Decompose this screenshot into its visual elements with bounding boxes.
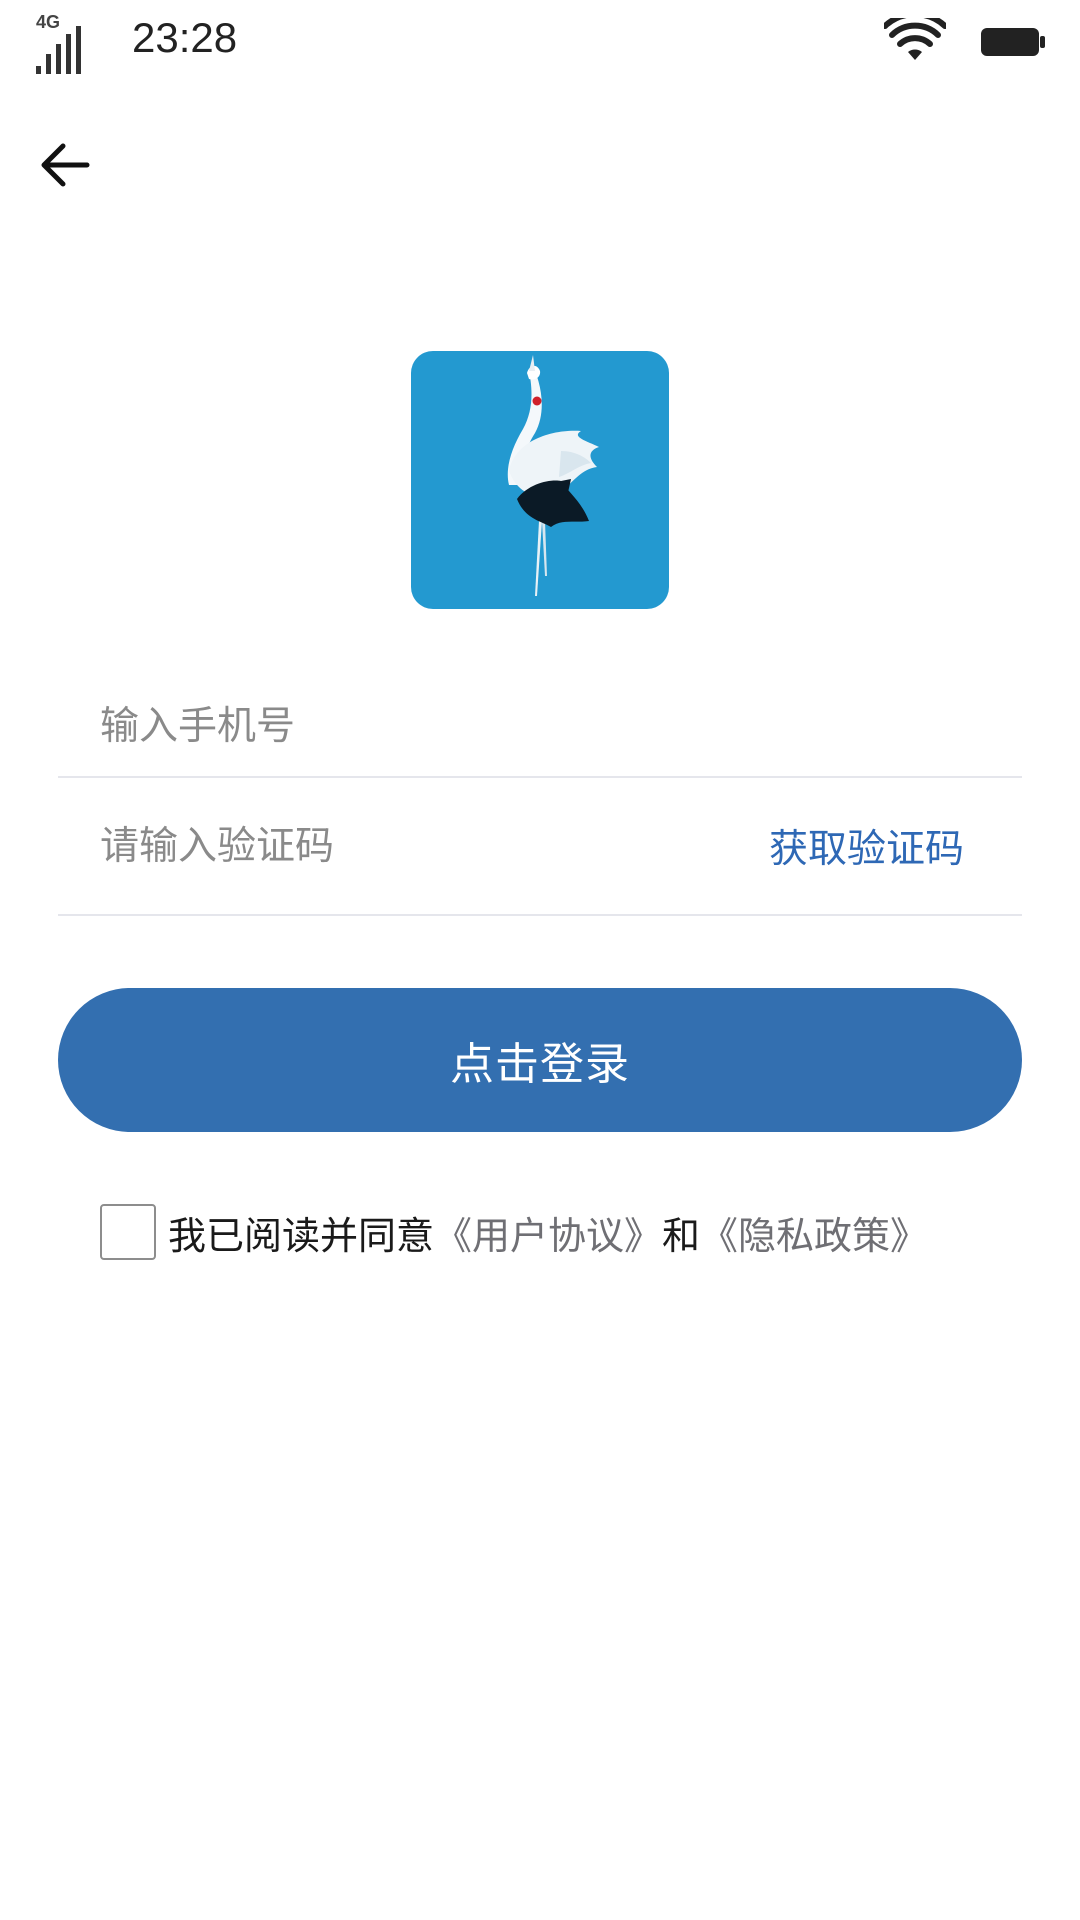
- agreement-prefix: 我已阅读并同意: [168, 1213, 435, 1258]
- privacy-policy-link[interactable]: 《隐私政策》: [700, 1205, 928, 1260]
- verification-code-input[interactable]: [58, 816, 740, 876]
- agreement-and: 和: [662, 1213, 701, 1258]
- agreement-checkbox[interactable]: [100, 1204, 156, 1260]
- agreement-row: 我已阅读并同意 《用户协议》 和 《隐私政策》: [100, 1204, 928, 1260]
- login-button[interactable]: 点击登录: [58, 988, 1022, 1132]
- signal-bars: [36, 26, 81, 74]
- login-form: 获取验证码: [58, 680, 1022, 916]
- back-button[interactable]: [30, 130, 100, 200]
- phone-input[interactable]: [58, 696, 740, 756]
- signal-icon: 4G: [36, 12, 96, 74]
- code-field-row: 获取验证码: [58, 778, 1022, 916]
- wifi-icon: [884, 18, 946, 60]
- phone-field-row: [58, 680, 1022, 778]
- user-agreement-link[interactable]: 《用户协议》: [434, 1205, 662, 1260]
- status-bar: 4G 23:28: [0, 0, 1080, 84]
- status-time: 23:28: [132, 14, 238, 61]
- app-logo: [411, 351, 669, 609]
- get-code-button[interactable]: 获取验证码: [769, 818, 964, 874]
- arrow-left-icon: [41, 143, 90, 187]
- crane-logo: [507, 355, 599, 596]
- battery-icon: [981, 28, 1045, 56]
